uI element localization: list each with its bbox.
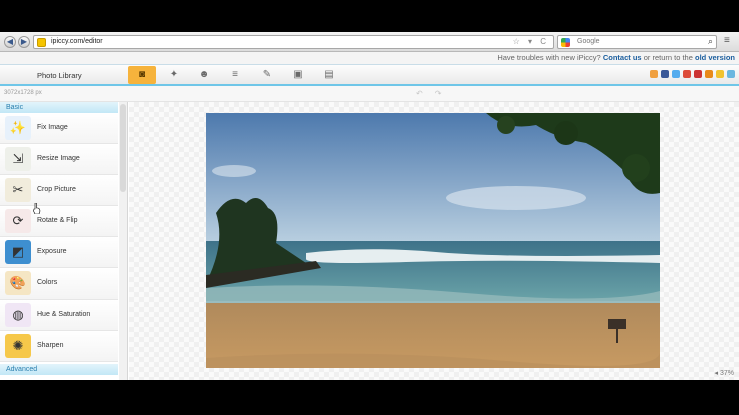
google-logo-icon — [561, 38, 570, 47]
beach-photo[interactable] — [206, 113, 660, 368]
sidebar-item-label: Hue & Saturation — [37, 310, 91, 318]
sidebar-scrollbar[interactable] — [119, 102, 127, 380]
sidebar-item-label: Fix Image — [37, 124, 68, 131]
frame-icon[interactable]: ▣ — [284, 66, 312, 84]
back-button[interactable]: ◀ — [4, 36, 16, 48]
sidebar-item-label: Resize Image — [37, 155, 80, 163]
home-icon[interactable] — [650, 70, 658, 78]
sidebar-item-colors[interactable]: 🎨 Colors — [0, 268, 118, 300]
pinterest-icon[interactable] — [694, 70, 702, 78]
photo-image — [206, 113, 660, 368]
notice-middle-text: or return to the — [643, 53, 693, 62]
browser-toolbar: ◀ ▶ ipiccy.com/editor ☆ ▾ C Google ⌕ ≡ — [0, 32, 739, 52]
search-input[interactable]: Google ⌕ — [557, 35, 717, 49]
notice-text: Have troubles with new iPiccy? — [497, 53, 601, 62]
layers-glyph: ≡ — [232, 69, 238, 80]
tools-sidebar: Basic ✨ Fix Image ⇲ Resize Image ✂ Crop Pictu… — [0, 102, 128, 380]
notice-bar: Have troubles with new iPiccy? Contact u… — [0, 52, 739, 64]
crop-icon: ✂ — [5, 178, 31, 203]
rotate-icon: ⟳ — [5, 209, 31, 234]
contact-us-link[interactable]: Contact us — [603, 53, 642, 62]
site-favicon-icon — [37, 38, 46, 47]
undo-redo-group: ↶↷ — [416, 89, 453, 98]
sidebar-item-label: Sharpen — [37, 341, 64, 349]
palette-icon: 🎨 — [5, 271, 31, 296]
stickers-icon[interactable]: ✎ — [253, 66, 281, 84]
layers-icon[interactable]: ≡ — [221, 66, 249, 84]
sidebar-item-resize-image[interactable]: ⇲ Resize Image — [0, 144, 118, 176]
person-icon[interactable]: ☻ — [190, 66, 218, 84]
browser-menu-icon[interactable]: ≡ — [724, 36, 730, 46]
sharpen-icon: ✺ — [5, 333, 31, 358]
camera-glyph: ◙ — [138, 69, 146, 80]
basic-tools-list: ✨ Fix Image ⇲ Resize Image ✂ Crop Picture ⟳ Rot… — [0, 113, 118, 362]
search-placeholder: Google — [577, 38, 600, 45]
url-text: ipiccy.com/editor — [51, 38, 103, 45]
sidebar-item-crop-picture[interactable]: ✂ Crop Picture — [0, 175, 118, 207]
sidebar-item-label: Exposure — [37, 248, 67, 256]
resize-icon: ⇲ — [5, 147, 31, 172]
address-bar[interactable]: ipiccy.com/editor ☆ ▾ C — [33, 35, 554, 49]
scroll-thumb[interactable] — [120, 104, 126, 192]
section-advanced[interactable]: Advanced — [0, 364, 118, 375]
fullscreen-icon[interactable] — [727, 70, 735, 78]
camera-icon[interactable]: ◙ — [128, 66, 156, 84]
sidebar-item-exposure[interactable]: ◩ Exposure — [0, 237, 118, 269]
redo-icon[interactable]: ↷ — [435, 89, 454, 98]
stickers-glyph: ✎ — [262, 69, 272, 80]
zoom-level[interactable]: ◂ 37% — [715, 369, 734, 377]
browser-window: ◀ ▶ ipiccy.com/editor ☆ ▾ C Google ⌕ ≡ H… — [0, 32, 739, 380]
sidebar-item-label: Crop Picture — [37, 186, 76, 194]
sidebar-item-hue-saturation[interactable]: ◍ Hue & Saturation — [0, 299, 118, 331]
sidebar-item-rotate-flip[interactable]: ⟳ Rotate & Flip — [0, 206, 118, 238]
facebook-icon[interactable] — [661, 70, 669, 78]
magic-wand-glyph: ✦ — [169, 69, 179, 80]
magic-wand-icon[interactable]: ✦ — [160, 66, 188, 84]
image-dimensions: 3072x1728 px — [4, 90, 42, 96]
frame-glyph: ▣ — [293, 69, 303, 80]
editor-canvas[interactable]: ◂ 37% — [129, 102, 739, 380]
sidebar-item-label: Colors — [37, 279, 58, 287]
twitter-icon[interactable] — [672, 70, 680, 78]
hand-cursor-icon — [33, 203, 41, 214]
undo-icon[interactable]: ↶ — [416, 89, 435, 98]
sidebar-item-label: Rotate & Flip — [37, 217, 78, 225]
photo-library-tab[interactable]: Photo Library — [37, 71, 82, 80]
sidebar-item-fix-image[interactable]: ✨ Fix Image — [0, 113, 118, 145]
section-basic[interactable]: Basic — [0, 102, 118, 113]
mail-icon[interactable] — [716, 70, 724, 78]
save-glyph: ▤ — [324, 69, 334, 80]
forward-button[interactable]: ▶ — [18, 36, 30, 48]
color-wheel-icon: ◍ — [5, 302, 31, 327]
save-icon[interactable]: ▤ — [315, 66, 343, 84]
google-plus-icon[interactable] — [683, 70, 691, 78]
old-version-link[interactable]: old version — [695, 53, 735, 62]
search-icon[interactable]: ⌕ — [708, 36, 713, 47]
bookmark-reload-icons[interactable]: ☆ ▾ C — [513, 37, 549, 46]
info-bar: 3072x1728 px ↶↷ — [0, 86, 739, 102]
app-toolbar: Photo Library ◙ ✦ ☻ ≡ ✎ ▣ ▤ — [0, 64, 739, 86]
blog-icon[interactable] — [705, 70, 713, 78]
exposure-icon: ◩ — [5, 240, 31, 265]
person-glyph: ☻ — [198, 69, 210, 80]
sparkle-icon: ✨ — [5, 116, 31, 140]
social-icons — [647, 70, 735, 80]
sidebar-item-sharpen[interactable]: ✺ Sharpen — [0, 330, 118, 362]
